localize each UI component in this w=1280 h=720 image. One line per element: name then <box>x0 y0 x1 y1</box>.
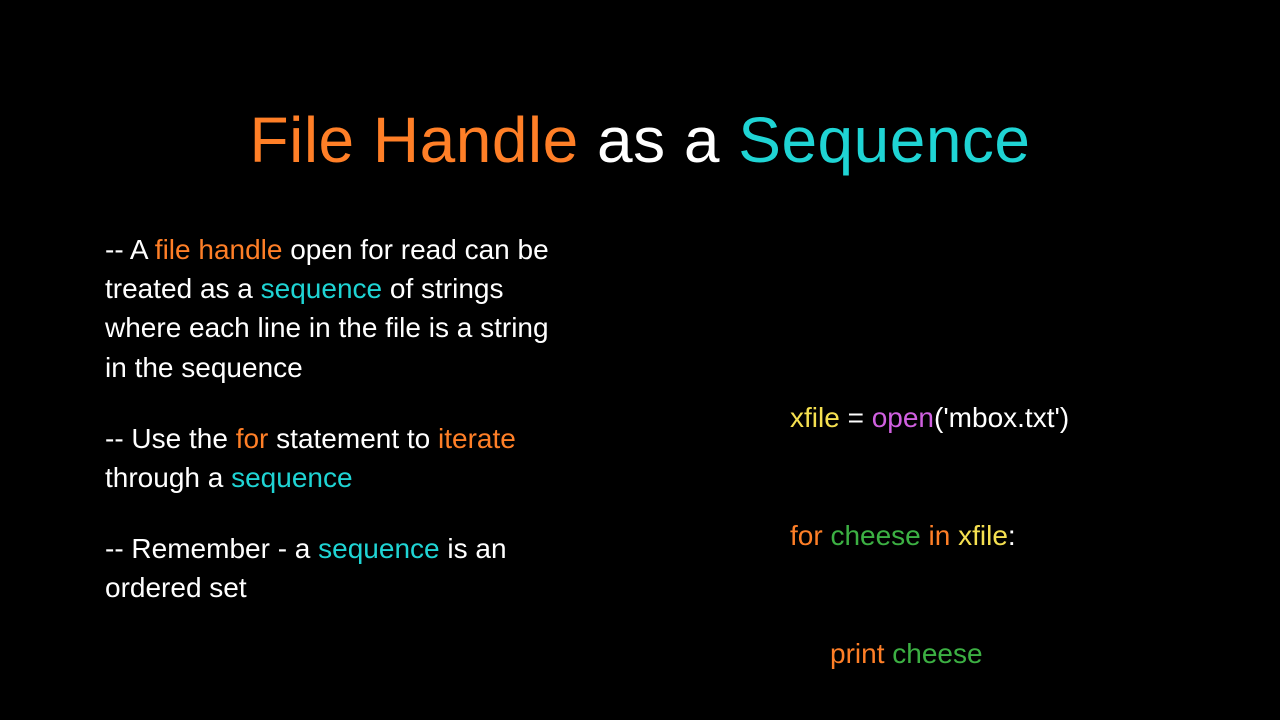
bullet-2-highlight-1: for <box>236 423 269 454</box>
code-args: ('mbox.txt') <box>934 402 1069 433</box>
code-func: open <box>872 402 934 433</box>
bullet-2-text: through a <box>105 462 231 493</box>
code-iter: cheese <box>892 638 982 669</box>
code-colon: : <box>1008 520 1016 551</box>
slide: File Handle as a Sequence -- A file hand… <box>0 0 1280 720</box>
title-part-2: as a <box>579 104 739 176</box>
title-part-1: File Handle <box>250 104 579 176</box>
code-keyword: print <box>830 638 884 669</box>
code-var: xfile <box>958 520 1008 551</box>
code-keyword: in <box>929 520 951 551</box>
code-keyword: for <box>790 520 823 551</box>
code-var: xfile <box>790 402 840 433</box>
code-line-2: for cheese in xfile: <box>790 516 1069 555</box>
bullet-1-highlight-1: file handle <box>155 234 283 265</box>
bullet-1: -- A file handle open for read can be tr… <box>105 230 575 387</box>
bullet-2-text: statement to <box>268 423 438 454</box>
code-line-1: xfile = open('mbox.txt') <box>790 398 1069 437</box>
bullet-1-highlight-2: sequence <box>261 273 382 304</box>
bullet-2-highlight-3: sequence <box>231 462 352 493</box>
bullet-2-highlight-2: iterate <box>438 423 516 454</box>
bullet-1-text: -- A <box>105 234 155 265</box>
bullet-3: -- Remember - a sequence is an ordered s… <box>105 529 575 607</box>
bullet-2: -- Use the for statement to iterate thro… <box>105 419 575 497</box>
code-block: xfile = open('mbox.txt') for cheese in x… <box>790 320 1069 720</box>
title-part-3: Sequence <box>738 104 1030 176</box>
code-line-3: print cheese <box>790 634 1069 673</box>
bullet-2-text: -- Use the <box>105 423 236 454</box>
body-text: -- A file handle open for read can be tr… <box>105 230 575 640</box>
bullet-3-text: -- Remember - a <box>105 533 318 564</box>
code-op: = <box>840 402 872 433</box>
bullet-3-highlight-1: sequence <box>318 533 439 564</box>
slide-title: File Handle as a Sequence <box>0 103 1280 177</box>
code-iter: cheese <box>830 520 920 551</box>
